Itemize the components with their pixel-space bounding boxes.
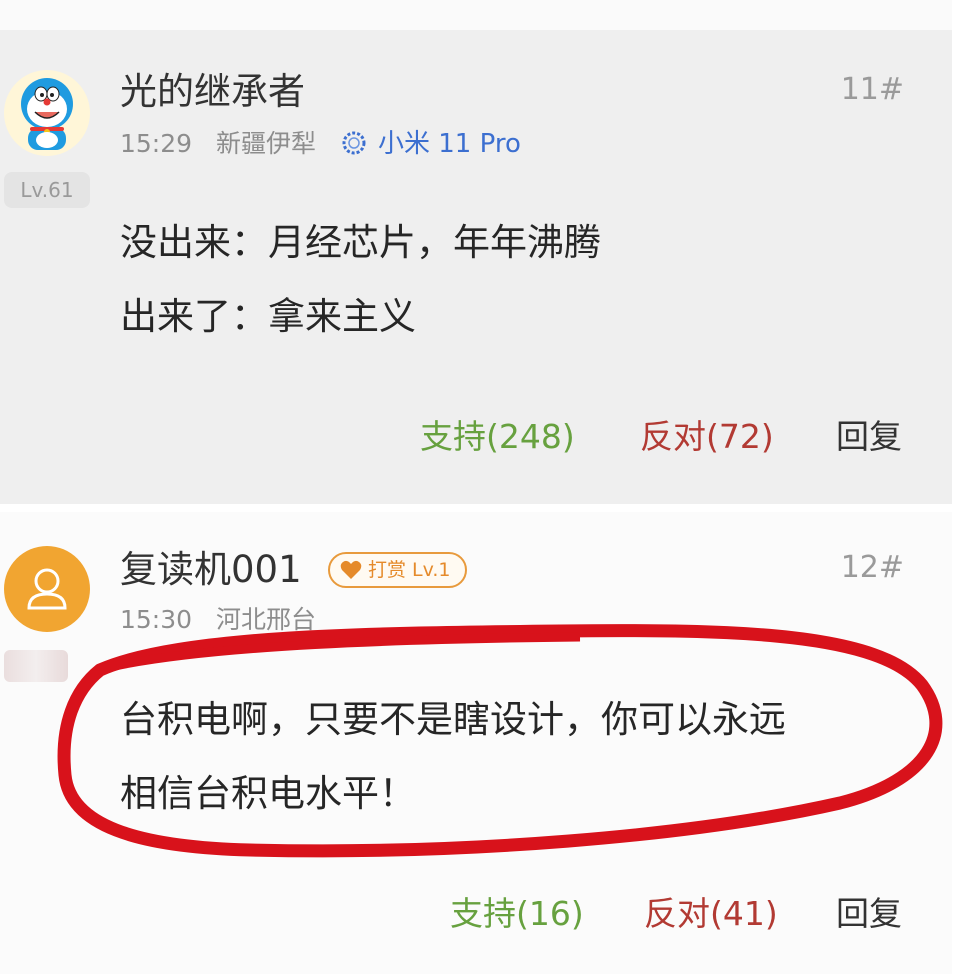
post-time: 15:30 <box>120 605 193 634</box>
oppose-button[interactable]: 反对(72) <box>640 417 774 457</box>
username[interactable]: 光的继承者 <box>120 70 305 114</box>
post-meta: 15:29 新疆伊犁 <box>120 128 316 160</box>
device-name: 小米 11 Pro <box>378 129 521 159</box>
content-line: 出来了：拿来主义 <box>120 295 416 338</box>
support-button[interactable]: 支持(248) <box>420 417 575 457</box>
comment-content: 台积电啊，只要不是瞎设计，你可以永远 相信台积电水平！ <box>120 683 786 831</box>
level-badge: Lv.61 <box>4 172 90 208</box>
floor-number: 12# <box>840 550 904 585</box>
content-line: 台积电啊，只要不是瞎设计，你可以永远 <box>120 698 786 741</box>
content-line: 相信台积电水平！ <box>120 772 416 815</box>
tip-badge-label: 打赏 Lv.1 <box>368 559 451 581</box>
floor-number: 11# <box>840 72 904 107</box>
blurred-badge <box>4 650 68 682</box>
content-line: 没出来：月经芯片，年年沸腾 <box>120 221 601 264</box>
support-button[interactable]: 支持(16) <box>450 894 584 934</box>
comment-content: 没出来：月经芯片，年年沸腾 出来了：拿来主义 <box>120 206 601 354</box>
user-avatar[interactable] <box>4 546 90 632</box>
user-avatar[interactable] <box>4 70 90 156</box>
right-margin <box>952 0 974 974</box>
post-location: 河北邢台 <box>216 605 317 634</box>
reply-button[interactable]: 回复 <box>836 894 902 934</box>
card-divider <box>0 504 974 512</box>
default-user-avatar-icon <box>27 568 67 610</box>
doraemon-avatar-icon <box>21 78 73 150</box>
top-strip <box>0 0 974 30</box>
heart-icon <box>340 560 362 579</box>
username[interactable]: 复读机001 <box>120 548 302 592</box>
reply-button[interactable]: 回复 <box>836 417 902 457</box>
post-location: 新疆伊犁 <box>216 129 317 158</box>
device-ring-icon <box>342 131 366 155</box>
tip-badge[interactable]: 打赏 Lv.1 <box>328 552 467 588</box>
oppose-button[interactable]: 反对(41) <box>644 894 778 934</box>
post-time: 15:29 <box>120 129 193 158</box>
post-meta: 15:30 河北邢台 <box>120 604 316 636</box>
device-label: 小米 11 Pro <box>340 128 521 160</box>
